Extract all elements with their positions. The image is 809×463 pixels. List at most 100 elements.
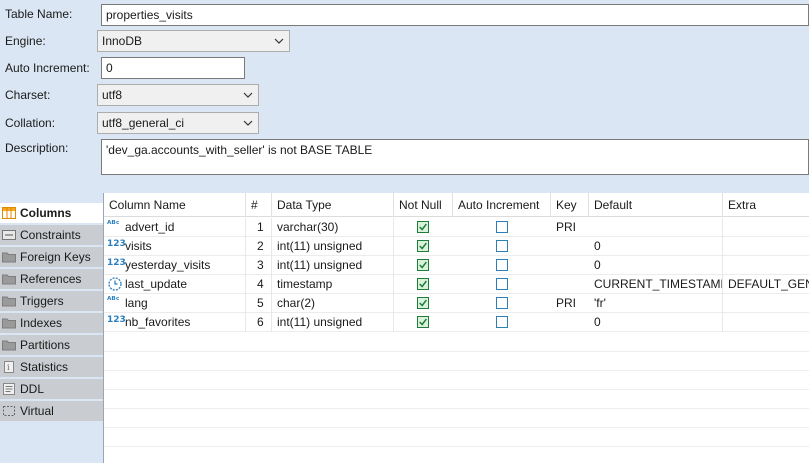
tab-partitions[interactable]: Partitions — [0, 335, 103, 356]
grid-line — [104, 351, 809, 352]
collation-select[interactable]: utf8_general_ci — [97, 112, 259, 134]
table-name-input[interactable]: properties_visits — [101, 4, 809, 26]
tab-label: Columns — [20, 206, 72, 220]
tab-foreign-keys[interactable]: Foreign Keys — [0, 247, 103, 268]
auto-increment-checkbox[interactable] — [496, 297, 508, 309]
cell-extra[interactable] — [723, 256, 809, 275]
description-textarea[interactable]: 'dev_ga.accounts_with_seller' is not BAS… — [101, 139, 809, 175]
cell-default[interactable]: 0 — [589, 256, 723, 275]
folder-icon — [2, 340, 16, 351]
table-row[interactable]: last_update 4 timestamp CURRENT_TIMESTAM… — [104, 275, 809, 294]
tab-indexes[interactable]: Indexes — [0, 313, 103, 334]
cell-data-type[interactable]: int(11) unsigned — [272, 237, 394, 256]
cell-extra[interactable] — [723, 218, 809, 237]
grid-header: Column Name # Data Type Not Null Auto In… — [104, 193, 809, 217]
cell-column-name[interactable]: visits — [120, 237, 246, 256]
cell-key — [551, 237, 589, 256]
tab-label: DDL — [20, 382, 45, 396]
table-name-label: Table Name: — [5, 7, 73, 21]
cell-default[interactable]: CURRENT_TIMESTAMP — [589, 275, 723, 294]
engine-select[interactable]: InnoDB — [97, 30, 290, 52]
cell-number: 3 — [246, 256, 272, 275]
tab-label: Foreign Keys — [20, 250, 91, 264]
grid-line — [104, 408, 809, 409]
tab-label: Triggers — [20, 294, 64, 308]
chevron-down-icon — [243, 120, 253, 126]
cell-number: 2 — [246, 237, 272, 256]
tab-constraints[interactable]: Constraints — [0, 225, 103, 246]
columns-icon — [2, 207, 16, 219]
cell-key: PRI — [556, 296, 577, 310]
header-key[interactable]: Key — [551, 193, 589, 217]
header-extra[interactable]: Extra — [723, 193, 809, 217]
grid-line — [104, 446, 809, 447]
cell-column-name[interactable]: advert_id — [120, 218, 246, 237]
chevron-down-icon — [243, 92, 253, 98]
tab-virtual[interactable]: Virtual — [0, 401, 103, 422]
not-null-checkbox-checked[interactable] — [417, 316, 429, 328]
grid-line — [104, 427, 809, 428]
not-null-checkbox-checked[interactable] — [417, 240, 429, 252]
charset-label: Charset: — [5, 88, 51, 102]
tab-references[interactable]: References — [0, 269, 103, 290]
cell-data-type[interactable]: int(11) unsigned — [272, 313, 394, 332]
cell-default[interactable]: 'fr' — [589, 294, 723, 313]
not-null-checkbox-checked[interactable] — [417, 259, 429, 271]
auto-increment-checkbox[interactable] — [496, 240, 508, 252]
charset-select[interactable]: utf8 — [97, 84, 259, 106]
table-row[interactable]: ᴬᴮᶜ advert_id 1 varchar(30) PRI — [104, 218, 809, 237]
header-auto-increment[interactable]: Auto Increment — [453, 193, 551, 217]
header-column-name[interactable]: Column Name — [104, 193, 246, 217]
properties-tab-list: Columns Constraints Foreign Keys Referen… — [0, 203, 103, 463]
cell-extra[interactable] — [723, 313, 809, 332]
cell-data-type[interactable]: timestamp — [272, 275, 394, 294]
not-null-checkbox-checked[interactable] — [417, 297, 429, 309]
tab-label: Partitions — [20, 338, 71, 352]
cell-column-name[interactable]: yesterday_visits — [120, 256, 246, 275]
tab-triggers[interactable]: Triggers — [0, 291, 103, 312]
table-row[interactable]: 123 yesterday_visits 3 int(11) unsigned … — [104, 256, 809, 275]
tab-statistics[interactable]: i Statistics — [0, 357, 103, 378]
not-null-checkbox-checked[interactable] — [417, 221, 429, 233]
header-data-type[interactable]: Data Type — [272, 193, 394, 217]
cell-key — [551, 275, 589, 294]
cell-column-name[interactable]: nb_favorites — [120, 313, 246, 332]
cell-number: 4 — [246, 275, 272, 294]
cell-default[interactable]: 0 — [589, 313, 723, 332]
tab-columns[interactable]: Columns — [0, 203, 103, 224]
tab-label: Constraints — [20, 228, 81, 242]
auto-increment-checkbox[interactable] — [496, 259, 508, 271]
cell-extra[interactable] — [723, 237, 809, 256]
auto-increment-checkbox[interactable] — [496, 221, 508, 233]
not-null-checkbox-checked[interactable] — [417, 278, 429, 290]
cell-data-type[interactable]: varchar(30) — [272, 218, 394, 237]
table-row[interactable]: 123 visits 2 int(11) unsigned 0 — [104, 237, 809, 256]
collation-select-value: utf8_general_ci — [102, 116, 185, 130]
table-row[interactable]: ᴬᴮᶜ lang 5 char(2) PRI 'fr' — [104, 294, 809, 313]
cell-extra[interactable]: DEFAULT_GENE — [723, 275, 809, 294]
statistics-icon: i — [4, 361, 14, 373]
cell-key — [551, 313, 589, 332]
header-not-null[interactable]: Not Null — [394, 193, 453, 217]
cell-extra[interactable] — [723, 294, 809, 313]
auto-increment-checkbox[interactable] — [496, 316, 508, 328]
cell-default[interactable] — [589, 218, 723, 237]
tab-label: Indexes — [20, 316, 63, 330]
auto-increment-checkbox[interactable] — [496, 278, 508, 290]
constraints-icon — [2, 230, 16, 240]
charset-select-value: utf8 — [102, 88, 123, 102]
svg-text:i: i — [7, 363, 10, 372]
table-row[interactable]: 123 nb_favorites 6 int(11) unsigned 0 — [104, 313, 809, 332]
collation-label: Collation: — [5, 116, 56, 130]
header-default[interactable]: Default — [589, 193, 723, 217]
header-number[interactable]: # — [246, 193, 272, 217]
cell-number: 1 — [246, 218, 272, 237]
cell-data-type[interactable]: int(11) unsigned — [272, 256, 394, 275]
cell-data-type[interactable]: char(2) — [272, 294, 394, 313]
tab-ddl[interactable]: DDL — [0, 379, 103, 400]
cell-column-name[interactable]: lang — [120, 294, 246, 313]
cell-default[interactable]: 0 — [589, 237, 723, 256]
cell-column-name[interactable]: last_update — [120, 275, 246, 294]
auto-increment-input[interactable]: 0 — [101, 57, 245, 79]
cell-number: 6 — [246, 313, 272, 332]
